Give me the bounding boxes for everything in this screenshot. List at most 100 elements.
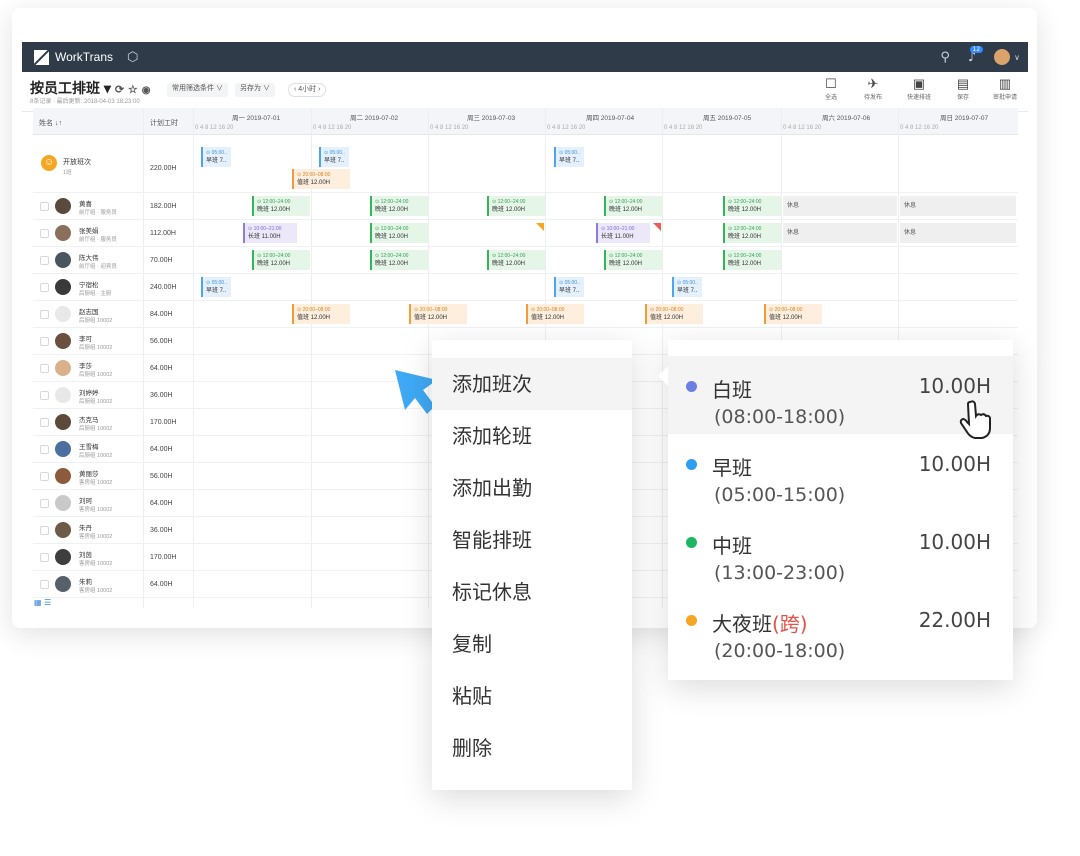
shift-block[interactable]: ⊙ 12:00–24:00 晚班 12.00H [252, 250, 310, 270]
row-checkbox[interactable] [40, 472, 49, 481]
table-row[interactable]: 赵志国 后厨组 10002 84.00H ⊙ 20:00–08:00 值班 12.… [33, 301, 1018, 328]
menu-item-add-attendance[interactable]: 添加出勤 [432, 462, 632, 514]
column-hours-header[interactable]: 计划工时 [150, 118, 178, 128]
shift-option-early[interactable]: 早班 (05:00-15:00) 10.00H [668, 434, 1013, 512]
shift-block[interactable]: ⊙ 20:00–08:00 值班 12.00H [526, 304, 584, 324]
table-row[interactable]: 张美娟 前厅组 · 服务员 112.00H ⊙ 10:00–21:00 长班 11… [33, 220, 1018, 247]
shift-block[interactable]: ⊙ 10:00–21:00 长班 11.00H [243, 223, 297, 243]
menu-item-delete[interactable]: 删除 [432, 722, 632, 774]
shift-block[interactable]: ⊙ 05:00.. 早班 7.. [672, 277, 702, 297]
star-icon[interactable]: ☆ [128, 84, 138, 96]
search-icon[interactable]: ⚲ [940, 50, 950, 65]
shift-block[interactable]: ⊙ 05:00.. 早班 7.. [201, 277, 231, 297]
eye-icon[interactable]: ◉ [142, 85, 151, 96]
column-name-header[interactable]: 姓名 ↓↑ [39, 118, 62, 128]
employee-dept: 后厨组 10002 [79, 318, 113, 324]
shift-option-night[interactable]: 大夜班(跨) (20:00-18:00) 22.00H [668, 590, 1013, 668]
menu-item-paste[interactable]: 粘贴 [432, 670, 632, 722]
shift-block[interactable]: ⊙ 12:00–24:00 晚班 12.00H [723, 250, 781, 270]
shift-block[interactable]: ⊙ 12:00–24:00 晚班 12.00H [487, 196, 545, 216]
table-row[interactable]: 黄喜 前厅组 · 服务员 182.00H ⊙ 12:00–24:00 晚班 12.… [33, 193, 1018, 220]
save-as-dropdown[interactable]: 另存为 ∨ [235, 83, 275, 97]
shift-block[interactable]: ⊙ 20:00–08:00 值班 12.00H [645, 304, 703, 324]
shift-block[interactable]: ⊙ 12:00–24:00 晚班 12.00H [370, 250, 428, 270]
shift-block[interactable]: ⊙ 12:00–24:00 晚班 12.00H [723, 223, 781, 243]
employee-name: 朱莉 [79, 579, 92, 586]
shift-block[interactable]: ⊙ 12:00–24:00 晚班 12.00H [604, 196, 662, 216]
row-checkbox[interactable] [40, 229, 49, 238]
view-toggle-icon[interactable]: ▦ ☰ [34, 598, 51, 607]
row-checkbox[interactable] [40, 391, 49, 400]
shift-block[interactable]: ⊙ 20:00–08:00 值班 12.00H [292, 304, 350, 324]
bell-icon[interactable]: ♪ 12 [968, 45, 984, 65]
row-checkbox[interactable] [40, 202, 49, 211]
menu-item-add-rotation[interactable]: 添加轮班 [432, 410, 632, 462]
interval-stepper[interactable]: ‹ 4小时 › [288, 83, 327, 97]
shift-block[interactable]: ⊙ 05:00.. 早班 7.. [201, 147, 231, 167]
avatar [55, 576, 71, 592]
row-checkbox[interactable] [40, 445, 49, 454]
app-logo[interactable]: WorkTrans [34, 49, 113, 65]
day-header: 周三 2019-07-03 [467, 115, 516, 122]
open-shift-row: ☺ 开放班次 1班 220.00H ⊙ 05:00.. 早班 7.. ⊙ 05:0… [33, 135, 1018, 193]
shift-block[interactable]: ⊙ 12:00–24:00 晚班 12.00H [370, 223, 428, 243]
row-checkbox[interactable] [40, 256, 49, 265]
shift-option-middle[interactable]: 中班 (13:00-23:00) 10.00H [668, 512, 1013, 590]
logo-icon [34, 49, 49, 65]
row-checkbox[interactable] [40, 337, 49, 346]
employee-name: 刘珂 [79, 498, 92, 505]
shift-block[interactable]: ⊙ 20:00–08:00 值班 12.00H [409, 304, 467, 324]
page-title[interactable]: 按员工排班 ▾ ⟳ ☆ ◉ [30, 78, 150, 98]
menu-item-smart-schedule[interactable]: 智能排班 [432, 514, 632, 566]
shift-block[interactable]: ⊙ 12:00–24:00 晚班 12.00H [604, 250, 662, 270]
table-row[interactable]: 陈大伟 前厅组 · 迎宾员 70.00H ⊙ 12:00–24:00 晚班 12.… [33, 247, 1018, 274]
shift-block[interactable]: ⊙ 05:00.. 早班 7.. [554, 147, 584, 167]
cube-icon[interactable]: ⬡ [127, 50, 138, 65]
shift-block[interactable]: ⊙ 20:00–08:00 值班 12.00H [764, 304, 822, 324]
employee-dept: 客房组 10002 [79, 561, 113, 567]
row-checkbox[interactable] [40, 364, 49, 373]
shift-option-time: (13:00-23:00) [714, 562, 846, 584]
shift-option-time: (05:00-15:00) [714, 484, 846, 506]
row-checkbox[interactable] [40, 553, 49, 562]
rest-block[interactable]: 休息 [900, 223, 1016, 243]
shift-block[interactable]: ⊙ 12:00–24:00 晚班 12.00H [723, 196, 781, 216]
save-button[interactable]: ▤ 保存 [946, 76, 980, 101]
approval-button[interactable]: ▥ 审批申请 [988, 76, 1022, 101]
employee-name: 王雪梅 [79, 444, 99, 451]
shift-color-dot [686, 459, 697, 470]
grid-header: 姓名 ↓↑ 计划工时 周一 2019-07-01 周二 2019-07-02 周… [33, 108, 1018, 135]
pending-publish-button[interactable]: ✈ 待发布 [856, 76, 890, 101]
rest-block[interactable]: 休息 [900, 196, 1016, 216]
filter-dropdown[interactable]: 常用筛选条件 ∨ [167, 83, 228, 97]
row-checkbox[interactable] [40, 580, 49, 589]
select-all-button[interactable]: ☐ 全选 [814, 76, 848, 101]
shift-block[interactable]: ⊙ 05:00.. 早班 7.. [554, 277, 584, 297]
refresh-icon[interactable]: ⟳ [115, 84, 124, 96]
shift-block[interactable]: ⊙ 12:00–24:00 晚班 12.00H [487, 250, 545, 270]
shift-block[interactable]: ⊙ 05:00.. 早班 7.. [319, 147, 349, 167]
row-checkbox[interactable] [40, 526, 49, 535]
shift-block[interactable]: ⊙ 20:00–08:00 值班 12.00H [292, 169, 350, 189]
shift-block[interactable]: ⊙ 10:00–21:00 长班 11.00H [596, 223, 650, 243]
employee-dept: 后厨组 10002 [79, 453, 113, 459]
row-checkbox[interactable] [40, 499, 49, 508]
menu-item-add-shift[interactable]: 添加班次 [432, 358, 632, 410]
row-checkbox[interactable] [40, 283, 49, 292]
table-row[interactable]: 宁宿松 后厨组 · 主厨 240.00H ⊙ 05:00.. 早班 7.. ⊙ 0… [33, 274, 1018, 301]
employee-name: 黄喜 [79, 201, 92, 208]
shift-option-name: 早班 [712, 456, 752, 480]
menu-item-copy[interactable]: 复制 [432, 618, 632, 670]
user-menu[interactable]: ∨ [994, 49, 1020, 65]
employee-name: 宁宿松 [79, 282, 99, 289]
quick-schedule-button[interactable]: ▣ 快速排班 [902, 76, 936, 101]
rest-block[interactable]: 休息 [783, 196, 897, 216]
shift-block[interactable]: ⊙ 12:00–24:00 晚班 12.00H [370, 196, 428, 216]
shift-block[interactable]: ⊙ 12:00–24:00 晚班 12.00H [252, 196, 310, 216]
row-checkbox[interactable] [40, 310, 49, 319]
rest-block[interactable]: 休息 [783, 223, 897, 243]
menu-item-mark-rest[interactable]: 标记休息 [432, 566, 632, 618]
day-header: 周日 2019-07-07 [940, 115, 989, 122]
row-checkbox[interactable] [40, 418, 49, 427]
day-header: 周一 2019-07-01 [232, 115, 281, 122]
